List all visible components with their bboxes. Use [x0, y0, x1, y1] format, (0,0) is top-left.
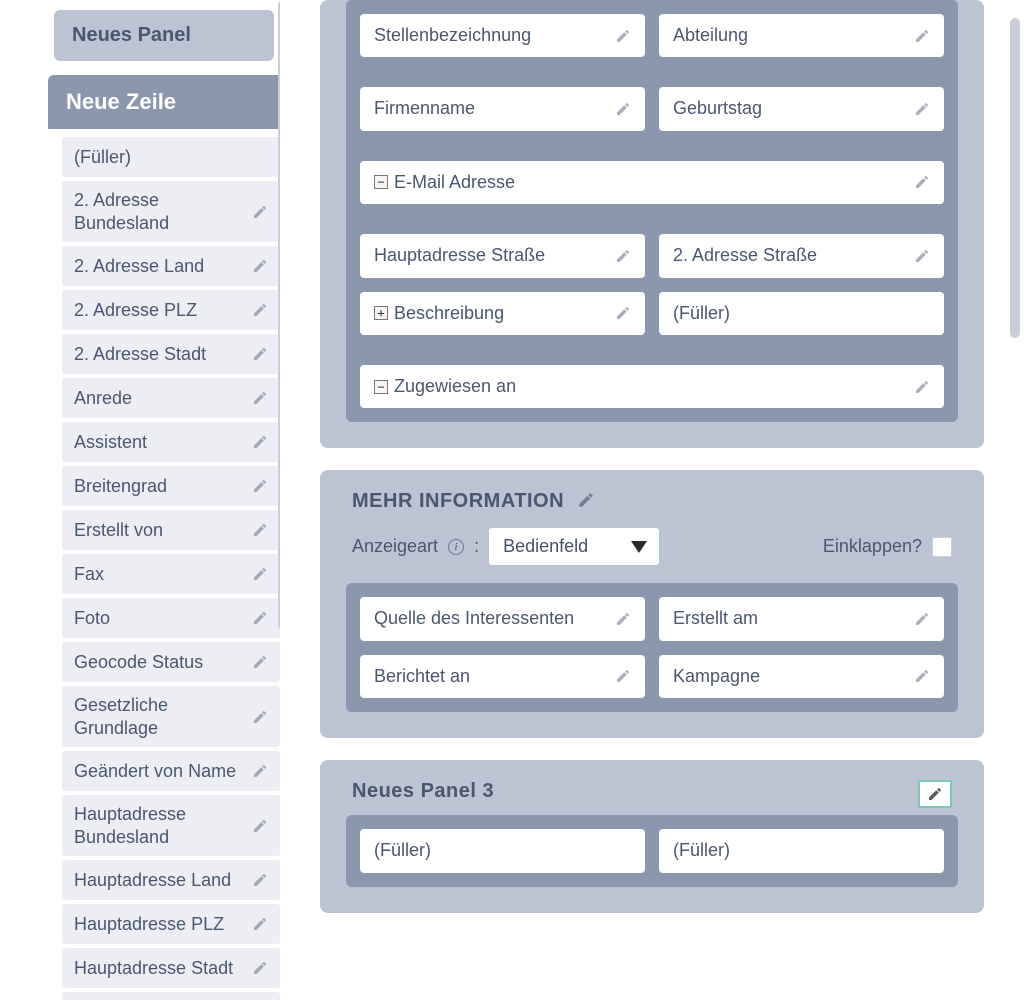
field-anrede[interactable]: Anrede	[62, 378, 280, 418]
field-fueller[interactable]: (Füller)	[62, 137, 280, 177]
field-email-adresse[interactable]: −E-Mail Adresse	[360, 161, 944, 204]
pencil-icon[interactable]	[252, 390, 268, 406]
field-hauptadresse-stadt[interactable]: Hauptadresse Stadt	[62, 948, 280, 988]
pencil-icon[interactable]	[252, 566, 268, 582]
field-erstellt-von[interactable]: Erstellt von	[62, 510, 280, 550]
field-geocode-status[interactable]: Geocode Status	[62, 642, 280, 682]
pencil-icon[interactable]	[914, 379, 930, 395]
pencil-icon[interactable]	[252, 818, 268, 834]
field-geburtstag[interactable]: Geburtstag	[659, 87, 944, 130]
pencil-icon[interactable]	[252, 763, 268, 779]
pencil-icon[interactable]	[252, 654, 268, 670]
field-beschreibung[interactable]: +Beschreibung	[360, 292, 645, 335]
pencil-icon[interactable]	[615, 28, 631, 44]
pencil-icon[interactable]	[615, 611, 631, 627]
pencil-icon[interactable]	[252, 610, 268, 626]
field-fax[interactable]: Fax	[62, 554, 280, 594]
pencil-icon[interactable]	[615, 668, 631, 684]
field-2-adresse-bundesland[interactable]: 2. Adresse Bundesland	[62, 181, 280, 242]
field-hauptadresse-plz[interactable]: Hauptadresse PLZ	[62, 904, 280, 944]
panel-neues-panel-3: Neues Panel 3 (Füller) (Füller)	[320, 760, 984, 912]
display-type-select[interactable]: Bedienfeld	[489, 528, 659, 565]
field-firmenname[interactable]: Firmenname	[360, 87, 645, 130]
pencil-icon[interactable]	[252, 204, 268, 220]
field-assistent[interactable]: Assistent	[62, 422, 280, 462]
pencil-icon[interactable]	[252, 960, 268, 976]
panel-title: MEHR INFORMATION	[352, 490, 564, 513]
field-erstellt-am[interactable]: Erstellt am	[659, 597, 944, 640]
field-kampagne[interactable]: Kampagne	[659, 655, 944, 698]
pencil-icon[interactable]	[252, 916, 268, 932]
panel-inner: (Füller) (Füller)	[346, 815, 958, 886]
panel-inner: Stellenbezeichnung Abteilung Firmenname …	[346, 0, 958, 422]
field-hauptadresse-bundesland[interactable]: Hauptadresse Bundesland	[62, 795, 280, 856]
expand-icon[interactable]: +	[374, 306, 388, 320]
panel-title: Neues Panel 3	[352, 780, 494, 803]
field-foto[interactable]: Foto	[62, 598, 280, 638]
field-gesetzliche-grundlage[interactable]: Gesetzliche Grundlage	[62, 686, 280, 747]
pencil-icon[interactable]	[615, 248, 631, 264]
collapse-icon[interactable]: −	[374, 175, 388, 189]
field-geaendert-von-name[interactable]: Geändert von Name	[62, 751, 280, 791]
pencil-icon[interactable]	[252, 478, 268, 494]
chevron-down-icon	[631, 541, 647, 553]
pencil-icon[interactable]	[914, 174, 930, 190]
collapse-icon[interactable]: −	[374, 380, 388, 394]
main-scrollbar[interactable]	[1010, 18, 1020, 338]
field-2-adresse-plz[interactable]: 2. Adresse PLZ	[62, 290, 280, 330]
pencil-icon[interactable]	[252, 346, 268, 362]
field-zugewiesen-an[interactable]: −Zugewiesen an	[360, 365, 944, 408]
pencil-icon[interactable]	[252, 258, 268, 274]
pencil-icon[interactable]	[914, 668, 930, 684]
pencil-icon[interactable]	[914, 611, 930, 627]
new-panel-button[interactable]: Neues Panel	[54, 10, 274, 61]
panel-header: Neues Panel 3	[346, 760, 958, 815]
field-2-adresse-stadt[interactable]: 2. Adresse Stadt	[62, 334, 280, 374]
pencil-icon[interactable]	[252, 872, 268, 888]
field-berichtet-an[interactable]: Berichtet an	[360, 655, 645, 698]
pencil-icon[interactable]	[914, 248, 930, 264]
sidebar: Neues Panel Neue Zeile (Füller) 2. Adres…	[0, 0, 280, 1000]
collapse-checkbox[interactable]	[932, 537, 952, 557]
pencil-icon	[927, 786, 943, 802]
info-icon[interactable]: i	[448, 539, 464, 555]
field-abteilung[interactable]: Abteilung	[659, 14, 944, 57]
field-joomla-konto-id[interactable]: Joomla-Konto-ID	[62, 992, 280, 1000]
pencil-icon[interactable]	[577, 491, 595, 509]
field-fueller[interactable]: (Füller)	[659, 292, 944, 335]
pencil-icon[interactable]	[615, 101, 631, 117]
panel-1: Stellenbezeichnung Abteilung Firmenname …	[320, 0, 984, 448]
field-fueller[interactable]: (Füller)	[659, 829, 944, 872]
pencil-icon[interactable]	[615, 305, 631, 321]
field-quelle-des-interessenten[interactable]: Quelle des Interessenten	[360, 597, 645, 640]
sidebar-scrollbar[interactable]	[278, 0, 280, 630]
field-hauptadresse-strasse[interactable]: Hauptadresse Straße	[360, 234, 645, 277]
field-hauptadresse-land[interactable]: Hauptadresse Land	[62, 860, 280, 900]
layout-editor: Stellenbezeichnung Abteilung Firmenname …	[320, 0, 1024, 1000]
display-type-label: Anzeigeart	[352, 536, 438, 557]
field-2-adresse-land[interactable]: 2. Adresse Land	[62, 246, 280, 286]
available-fields-list: (Füller) 2. Adresse Bundesland 2. Adress…	[62, 137, 272, 1000]
pencil-icon[interactable]	[914, 101, 930, 117]
field-2-adresse-strasse[interactable]: 2. Adresse Straße	[659, 234, 944, 277]
panel-header: MEHR INFORMATION Anzeigeart i : Bedienfe…	[346, 470, 958, 583]
panel-inner: Quelle des Interessenten Erstellt am Ber…	[346, 583, 958, 712]
panel-mehr-information: MEHR INFORMATION Anzeigeart i : Bedienfe…	[320, 470, 984, 738]
pencil-icon[interactable]	[252, 522, 268, 538]
new-row-button[interactable]: Neue Zeile	[48, 75, 280, 129]
collapse-label: Einklappen?	[823, 536, 922, 557]
pencil-icon[interactable]	[252, 302, 268, 318]
pencil-icon[interactable]	[252, 434, 268, 450]
pencil-icon[interactable]	[252, 709, 268, 725]
pencil-icon[interactable]	[914, 28, 930, 44]
field-breitengrad[interactable]: Breitengrad	[62, 466, 280, 506]
field-stellenbezeichnung[interactable]: Stellenbezeichnung	[360, 14, 645, 57]
panel-edit-button[interactable]	[918, 780, 952, 808]
field-fueller[interactable]: (Füller)	[360, 829, 645, 872]
